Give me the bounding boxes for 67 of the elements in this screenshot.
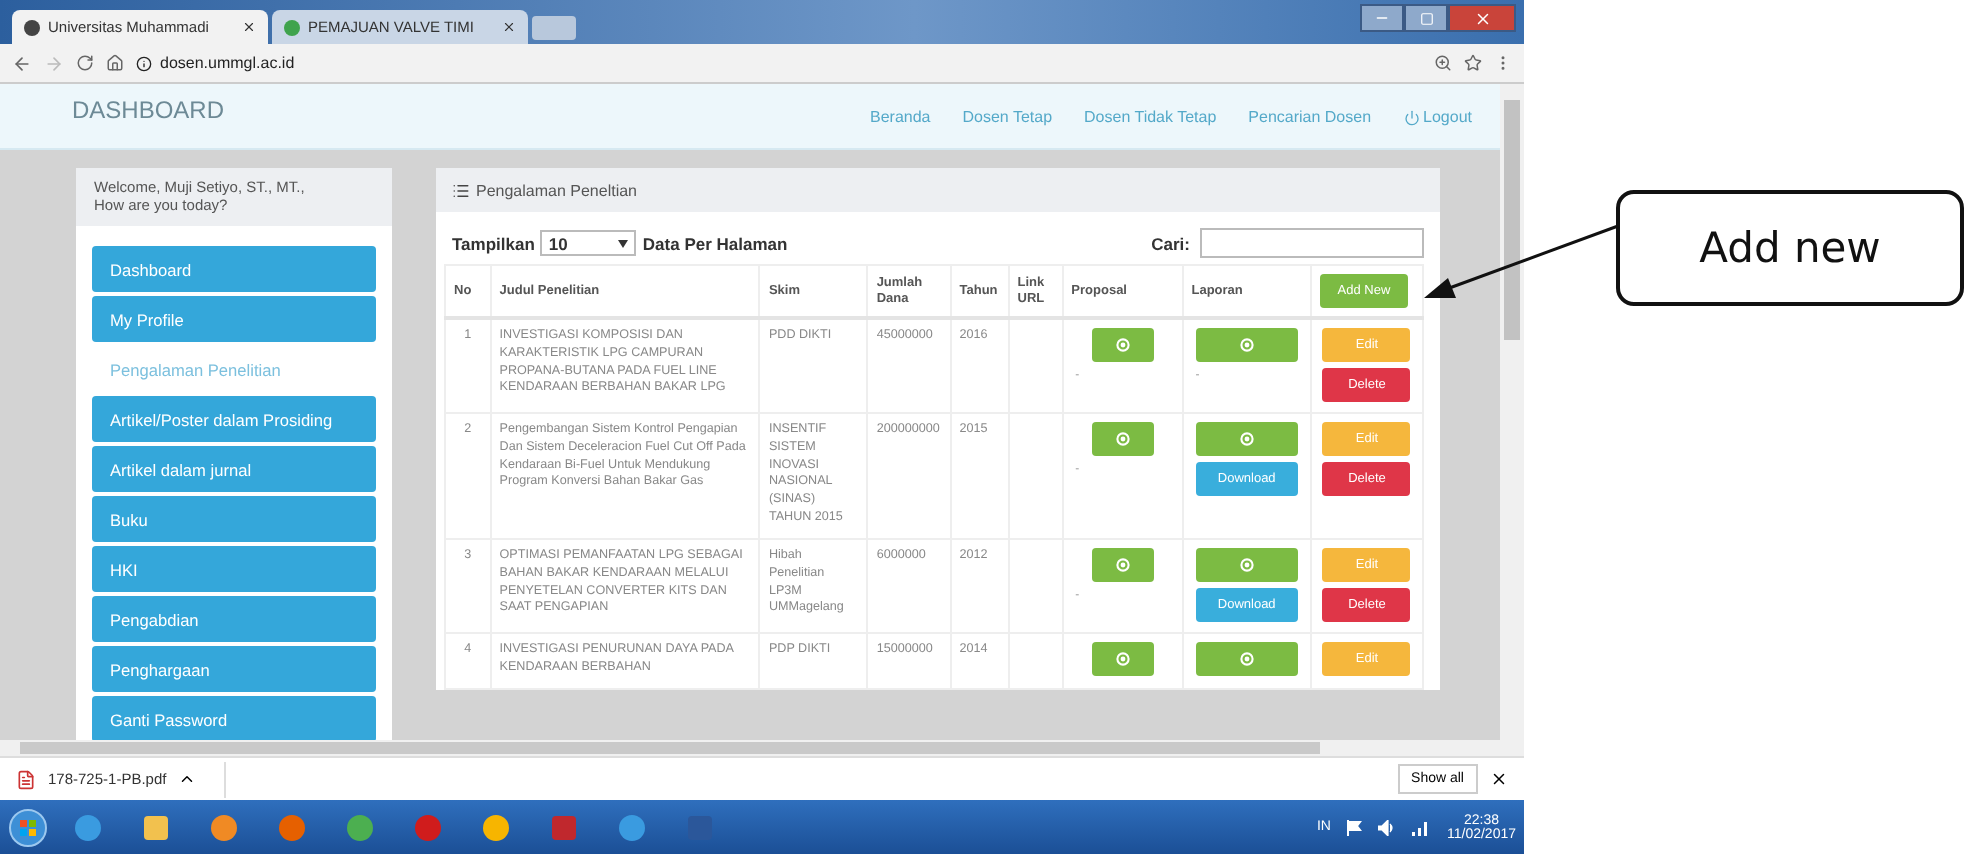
circle-icon [1239, 338, 1254, 352]
search-label: Cari: [1151, 233, 1190, 253]
sidebar-item[interactable]: Penghargaan [92, 646, 376, 693]
view-button[interactable] [1091, 547, 1154, 582]
per-page-label: Data Per Halaman [642, 233, 788, 253]
nav-link[interactable]: Dosen Tetap [962, 108, 1053, 126]
search-field[interactable] [1200, 228, 1424, 258]
star-icon[interactable] [1464, 54, 1482, 72]
close-icon[interactable] [1490, 770, 1508, 788]
power-icon [1403, 109, 1420, 125]
circle-icon [1239, 432, 1254, 446]
nav-link[interactable]: Beranda [870, 108, 931, 126]
speaker-icon[interactable] [1378, 819, 1397, 835]
close-icon[interactable] [242, 20, 256, 34]
sidebar-item[interactable]: HKI [92, 546, 376, 593]
start-button-icon[interactable] [8, 807, 48, 847]
site-brand[interactable]: DASHBOARD [72, 96, 225, 124]
horizontal-scrollbar[interactable] [0, 740, 1524, 756]
panel-title: Pengalaman Peneltian [476, 181, 638, 199]
home-icon[interactable] [106, 54, 124, 72]
maximize-button[interactable] [1404, 4, 1448, 32]
sidebar-item[interactable]: Dashboard [92, 246, 376, 293]
callout-box: Add new [1616, 190, 1964, 306]
minimize-button[interactable] [1360, 4, 1404, 32]
sidebar-item[interactable]: Artikel/Poster dalam Prosiding [92, 396, 376, 443]
site-icon [284, 19, 300, 35]
nav-link[interactable]: Dosen Tidak Tetap [1084, 108, 1217, 126]
close-icon [1473, 9, 1491, 27]
close-button[interactable] [1448, 4, 1516, 32]
info-icon [136, 55, 152, 71]
site-icon [24, 19, 40, 35]
circle-icon [1239, 557, 1254, 572]
back-icon[interactable] [12, 53, 32, 73]
sidebar-item[interactable]: Buku [92, 496, 376, 543]
view-button[interactable] [1195, 422, 1298, 456]
pdf-file-icon [16, 769, 36, 789]
list-icon [452, 181, 470, 199]
view-button[interactable] [1091, 328, 1154, 362]
view-button[interactable] [1195, 547, 1298, 582]
sidebar-item[interactable]: My Profile [92, 296, 376, 343]
show-label: Tampilkan [452, 233, 535, 253]
flag-icon[interactable] [1346, 819, 1363, 835]
view-button[interactable] [1091, 422, 1154, 456]
reload-icon[interactable] [76, 54, 94, 72]
view-button[interactable] [1091, 641, 1154, 676]
sidebar-item[interactable]: Ganti Password [92, 696, 376, 740]
circle-icon [1115, 338, 1130, 352]
maximize-icon [1419, 11, 1433, 25]
signal-icon[interactable] [1412, 819, 1431, 835]
nav-link[interactable]: Pencarian Dosen [1248, 108, 1372, 126]
circle-icon [1115, 651, 1130, 666]
view-button[interactable] [1195, 641, 1298, 676]
sidebar-item[interactable]: Pengalaman Penelitian [92, 346, 376, 393]
close-icon[interactable] [502, 20, 516, 34]
sidebar-item[interactable]: Pengabdian [92, 596, 376, 643]
sidebar-item[interactable]: Artikel dalam jurnal [92, 446, 376, 493]
forward-icon[interactable] [44, 53, 64, 73]
page-size-select[interactable]: 10 [540, 230, 637, 256]
view-button[interactable] [1195, 328, 1298, 362]
zoom-icon[interactable] [1434, 54, 1452, 72]
circle-icon [1115, 557, 1130, 572]
caret-icon [618, 239, 629, 247]
nav-link[interactable]: Logout [1403, 108, 1472, 126]
chevron-up-icon[interactable] [178, 770, 197, 788]
vertical-scrollbar[interactable] [1500, 84, 1524, 740]
circle-icon [1115, 432, 1130, 446]
circle-icon [1239, 651, 1254, 666]
